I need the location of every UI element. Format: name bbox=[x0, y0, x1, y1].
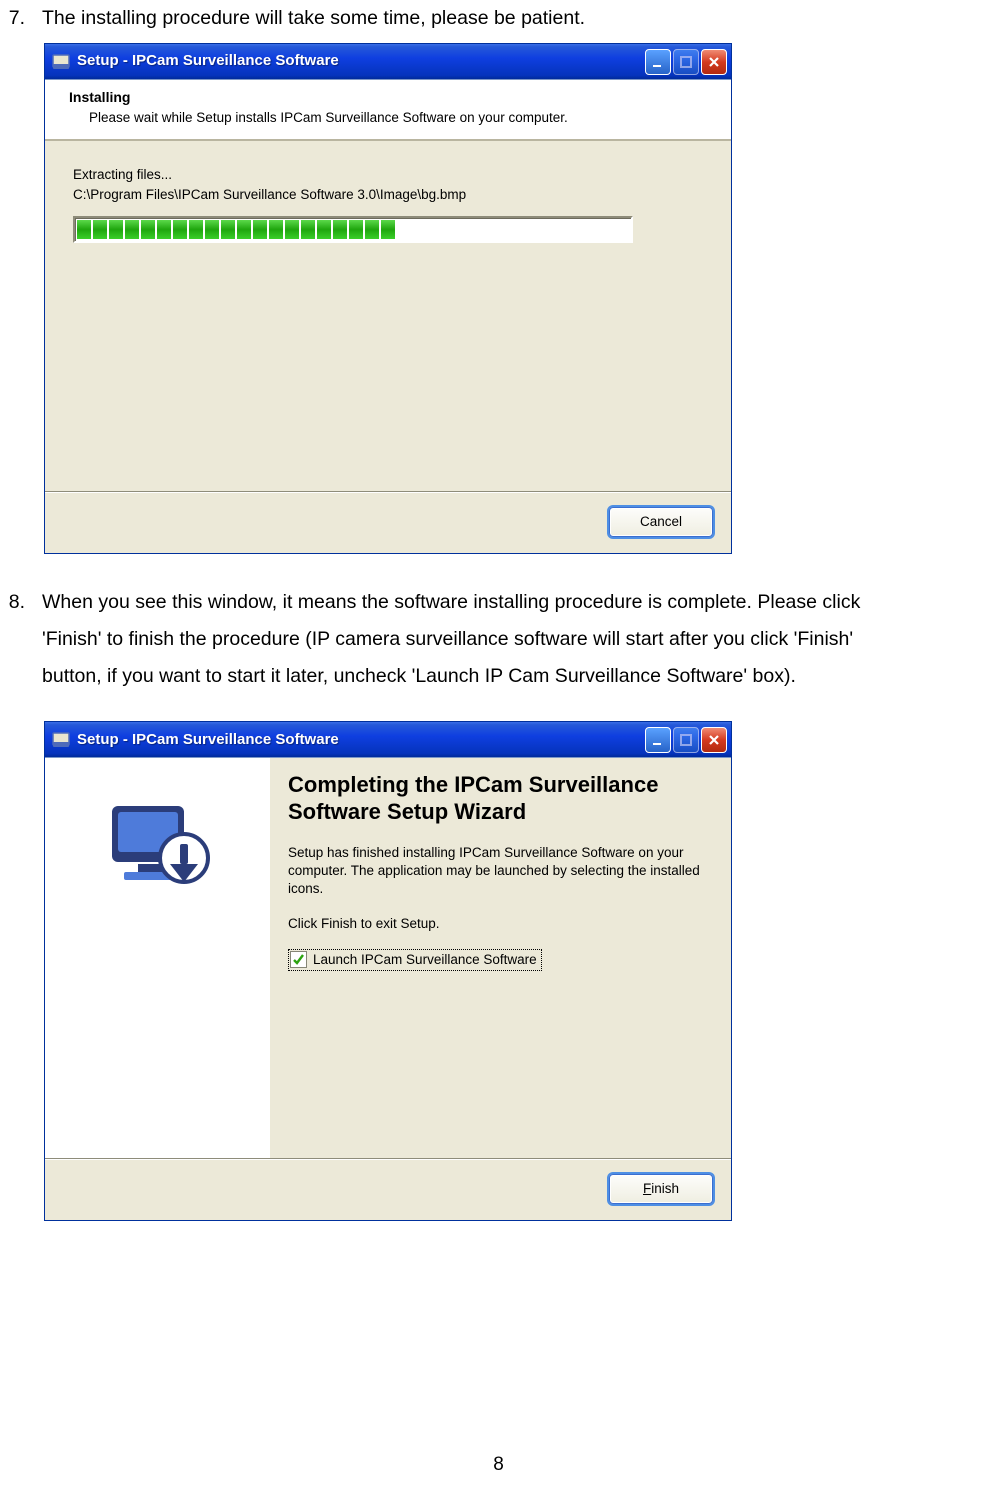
wizard-body-2: Click Finish to exit Setup. bbox=[288, 915, 705, 933]
window-title: Setup - IPCam Surveillance Software bbox=[77, 726, 645, 755]
app-icon bbox=[51, 730, 71, 750]
close-icon[interactable] bbox=[701, 727, 727, 753]
step-7-number: 7. bbox=[0, 0, 30, 37]
finish-button[interactable]: Finish bbox=[609, 1174, 713, 1204]
dialog-finish: Setup - IPCam Surveillance Software bbox=[44, 721, 732, 1221]
wizard-side-image bbox=[45, 758, 270, 1158]
window-title: Setup - IPCam Surveillance Software bbox=[77, 47, 645, 76]
progress-bar bbox=[73, 216, 633, 243]
dialog-installing: Setup - IPCam Surveillance Software Inst… bbox=[44, 43, 732, 554]
wizard-body-1: Setup has finished installing IPCam Surv… bbox=[288, 844, 705, 899]
installer-header: Installing Please wait while Setup insta… bbox=[45, 80, 731, 141]
minimize-icon[interactable] bbox=[645, 49, 671, 75]
cancel-button[interactable]: Cancel bbox=[609, 507, 713, 537]
step-8-text: 8. When you see this window, it means th… bbox=[0, 584, 997, 621]
maximize-icon bbox=[673, 49, 699, 75]
launch-checkbox-row[interactable]: Launch IPCam Surveillance Software bbox=[288, 949, 542, 971]
extracting-path: C:\Program Files\IPCam Surveillance Soft… bbox=[73, 185, 703, 205]
installer-subheading: Please wait while Setup installs IPCam S… bbox=[69, 109, 707, 127]
titlebar[interactable]: Setup - IPCam Surveillance Software bbox=[45, 44, 731, 79]
installer-heading: Installing bbox=[69, 88, 707, 107]
titlebar[interactable]: Setup - IPCam Surveillance Software bbox=[45, 722, 731, 757]
wizard-heading: Completing the IPCam Surveillance Softwa… bbox=[288, 772, 705, 826]
installer-body: Extracting files... C:\Program Files\IPC… bbox=[45, 141, 731, 491]
extracting-label: Extracting files... bbox=[73, 165, 703, 185]
app-icon bbox=[51, 52, 71, 72]
page-number: 8 bbox=[0, 1447, 997, 1483]
step-7-text: 7. The installing procedure will take so… bbox=[0, 0, 997, 37]
step-8-number: 8. bbox=[0, 584, 30, 621]
launch-checkbox-label: Launch IPCam Surveillance Software bbox=[313, 951, 537, 969]
maximize-icon bbox=[673, 727, 699, 753]
checkbox-checked-icon[interactable] bbox=[290, 951, 307, 968]
minimize-icon[interactable] bbox=[645, 727, 671, 753]
close-icon[interactable] bbox=[701, 49, 727, 75]
